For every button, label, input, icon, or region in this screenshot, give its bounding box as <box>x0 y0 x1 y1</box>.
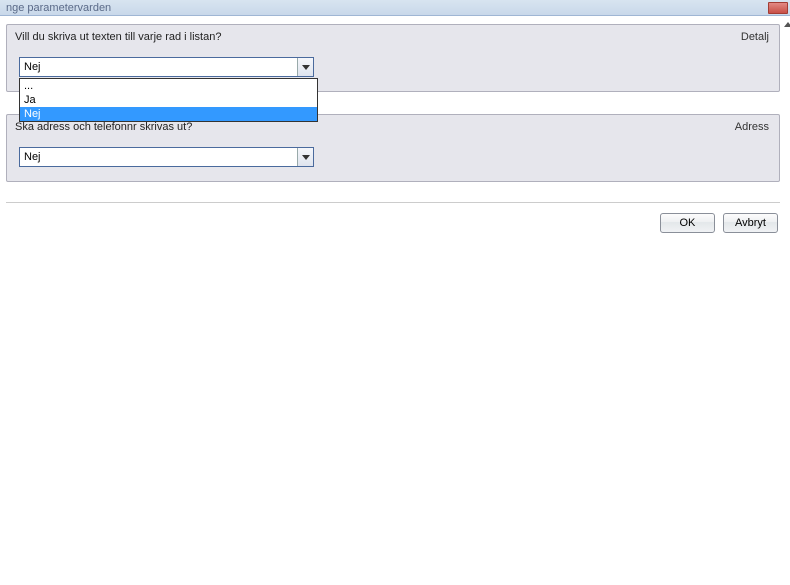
cancel-button[interactable]: Avbryt <box>723 213 778 233</box>
panel-right-label: Adress <box>735 121 769 133</box>
chevron-down-icon[interactable] <box>297 148 313 166</box>
dropdown-option[interactable]: ... <box>20 79 317 93</box>
dropdown-list: ... Ja Nej <box>19 78 318 122</box>
dropdown-selected-text: Nej <box>20 148 297 166</box>
close-icon[interactable] <box>768 2 788 14</box>
content-area: Vill du skriva ut texten till varje rad … <box>0 16 790 581</box>
footer-separator <box>6 202 780 203</box>
dropdown-option[interactable]: Nej <box>20 107 317 121</box>
dropdown-option[interactable]: Ja <box>20 93 317 107</box>
window-title: nge parametervarden <box>6 1 111 15</box>
parameter-panel-adress: Ska adress och telefonnr skrivas ut? Adr… <box>6 114 780 182</box>
ok-button[interactable]: OK <box>660 213 715 233</box>
scroll-up-icon[interactable] <box>784 22 790 27</box>
panel-question: Ska adress och telefonnr skrivas ut? <box>15 121 192 133</box>
dropdown-selected-text: Nej <box>20 58 297 76</box>
panel-body: Nej ... Ja Nej <box>7 49 779 91</box>
panel-header: Vill du skriva ut texten till varje rad … <box>7 25 779 49</box>
chevron-down-icon[interactable] <box>297 58 313 76</box>
panel-question: Vill du skriva ut texten till varje rad … <box>15 31 221 43</box>
parameter-panel-detalj: Vill du skriva ut texten till varje rad … <box>6 24 780 92</box>
button-row: OK Avbryt <box>6 213 780 233</box>
window-titlebar: nge parametervarden <box>0 0 790 16</box>
panel-body: Nej <box>7 139 779 181</box>
dropdown-adress[interactable]: Nej <box>19 147 314 167</box>
panel-right-label: Detalj <box>741 31 769 43</box>
dropdown-detalj[interactable]: Nej ... Ja Nej <box>19 57 314 77</box>
